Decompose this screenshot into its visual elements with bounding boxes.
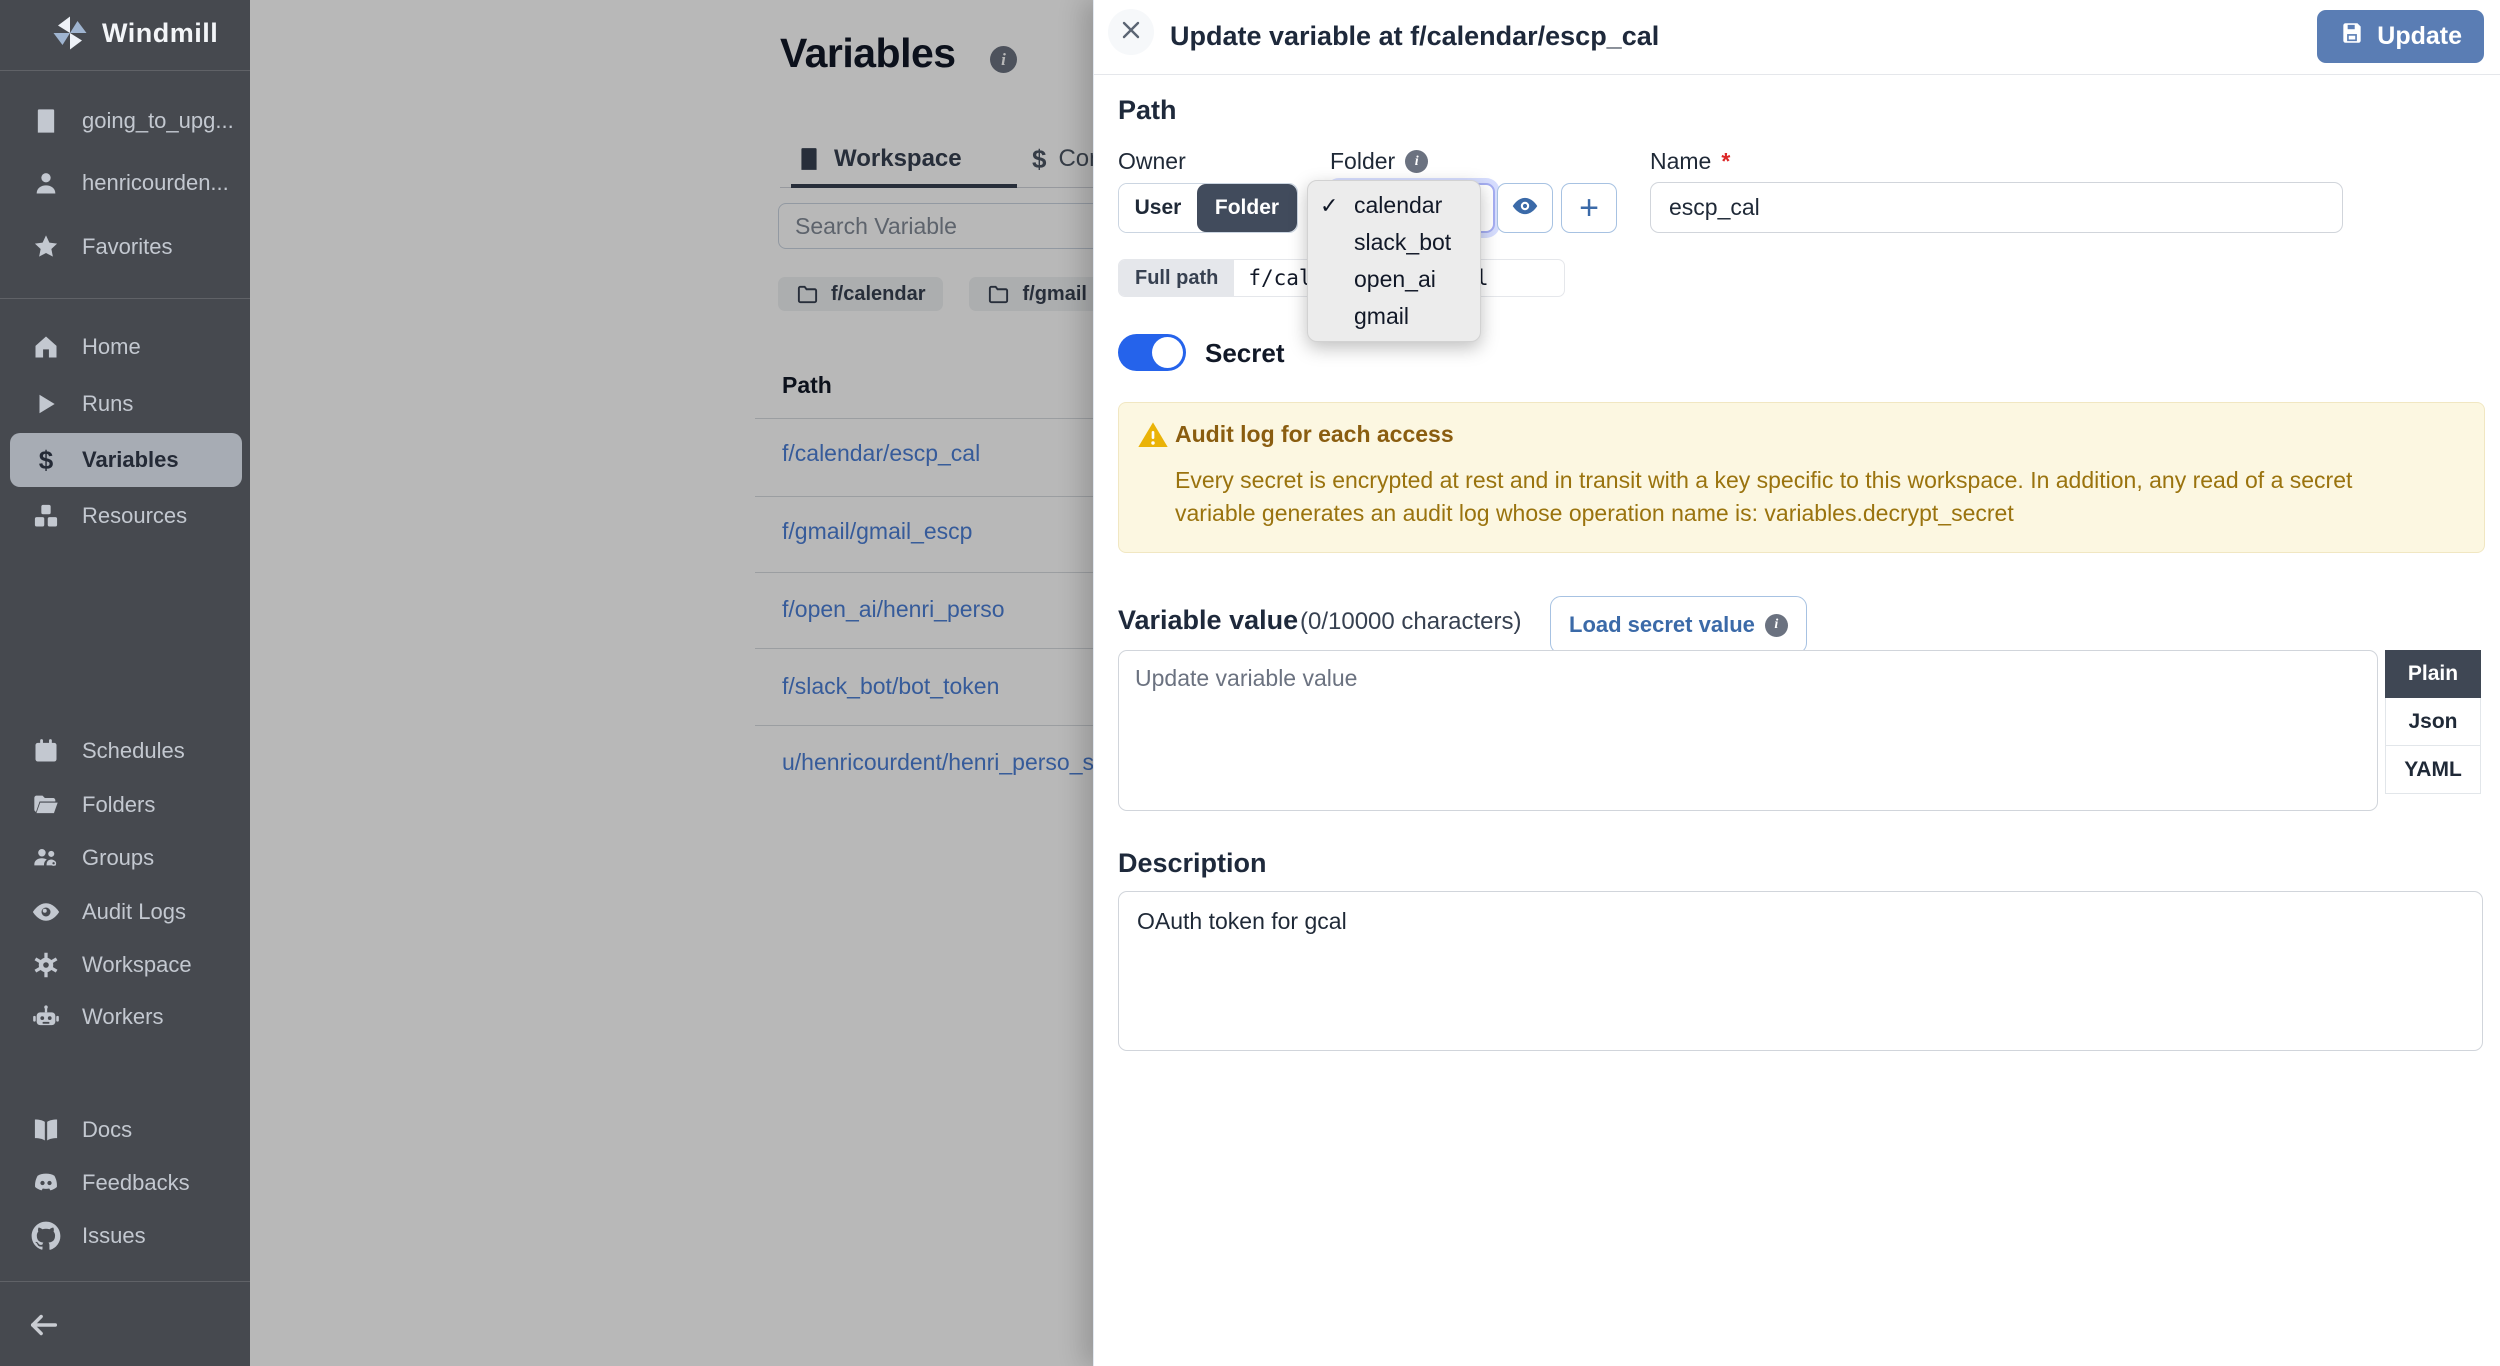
- warning-text-line1: Every secret is encrypted at rest and in…: [1175, 467, 2352, 494]
- load-secret-value-button[interactable]: Load secret value i: [1550, 596, 1807, 654]
- dropdown-option-open-ai[interactable]: open_ai: [1308, 261, 1480, 298]
- home-icon: [30, 331, 62, 363]
- add-folder-button[interactable]: +: [1561, 183, 1617, 233]
- dollar-icon: $: [30, 444, 62, 476]
- update-variable-drawer: Update variable at f/calendar/escp_cal U…: [1093, 0, 2500, 1366]
- variable-value-heading: Variable value: [1118, 605, 1298, 636]
- name-input[interactable]: [1650, 182, 2343, 233]
- star-icon: [30, 231, 62, 263]
- app-name: Windmill: [102, 18, 218, 49]
- drawer-title: Update variable at f/calendar/escp_cal: [1170, 21, 1659, 52]
- format-tab-yaml[interactable]: YAML: [2385, 746, 2481, 794]
- toggle-knob: [1152, 337, 1183, 368]
- sidebar-item-runs[interactable]: Runs: [10, 377, 242, 431]
- dropdown-option-slack-bot[interactable]: slack_bot: [1308, 224, 1480, 261]
- sidebar-item-groups[interactable]: Groups: [10, 831, 242, 885]
- folder-dropdown: ✓ calendar slack_bot open_ai gmail: [1307, 180, 1481, 342]
- book-icon: [30, 1114, 62, 1146]
- collapse-sidebar-button[interactable]: [14, 1300, 74, 1354]
- save-icon: [2339, 20, 2365, 53]
- dropdown-option-calendar[interactable]: ✓ calendar: [1308, 187, 1480, 224]
- sidebar-item-audit-logs[interactable]: Audit Logs: [10, 885, 242, 939]
- sidebar-item-user[interactable]: henricourden...: [10, 156, 242, 210]
- folder-info-icon[interactable]: i: [1405, 150, 1428, 173]
- user-icon: [30, 167, 62, 199]
- name-label: Name *: [1650, 148, 1730, 175]
- folder-label: Folder i: [1330, 148, 1428, 175]
- username: henricourden...: [82, 170, 229, 196]
- secret-label: Secret: [1205, 338, 1285, 369]
- format-tab-plain[interactable]: Plain: [2385, 650, 2481, 698]
- sidebar-item-docs[interactable]: Docs: [10, 1103, 242, 1157]
- sidebar-item-workers[interactable]: Workers: [10, 990, 242, 1044]
- secret-toggle[interactable]: [1118, 334, 1186, 371]
- close-button[interactable]: [1108, 9, 1154, 55]
- workspace-name: going_to_upg...: [82, 108, 234, 134]
- view-folder-button[interactable]: [1497, 183, 1553, 233]
- warning-text-line2: variable generates an audit log whose op…: [1175, 500, 2014, 527]
- sidebar-item-schedules[interactable]: Schedules: [10, 724, 242, 778]
- eye-icon: [30, 896, 62, 928]
- owner-kind-user[interactable]: User: [1119, 184, 1197, 232]
- arrow-left-icon: [27, 1308, 61, 1347]
- robot-icon: [30, 1001, 62, 1033]
- format-tab-json[interactable]: Json: [2385, 698, 2481, 746]
- check-icon: ✓: [1320, 193, 1338, 219]
- gear-icon: [30, 949, 62, 981]
- sidebar-item-variables[interactable]: $ Variables: [10, 433, 242, 487]
- sidebar-item-favorites[interactable]: Favorites: [10, 220, 242, 274]
- sidebar-item-resources[interactable]: Resources: [10, 489, 242, 543]
- sidebar-item-feedbacks[interactable]: Feedbacks: [10, 1156, 242, 1210]
- sidebar-item-home[interactable]: Home: [10, 320, 242, 374]
- github-icon: [30, 1220, 62, 1252]
- sidebar-item-workspace-switcher[interactable]: going_to_upg...: [10, 94, 242, 148]
- sidebar: Windmill going_to_upg... henricourden...…: [0, 0, 250, 1366]
- users-gear-icon: [30, 842, 62, 874]
- plus-icon: +: [1579, 191, 1599, 225]
- format-tabs: Plain Json YAML: [2385, 650, 2481, 794]
- owner-kind-toggle: User Folder: [1118, 183, 1298, 233]
- play-icon: [30, 388, 62, 420]
- sidebar-item-folders[interactable]: Folders: [10, 778, 242, 832]
- cubes-icon: [30, 500, 62, 532]
- warning-icon: [1137, 419, 1169, 456]
- description-textarea[interactable]: OAuth token for gcal: [1118, 891, 2483, 1051]
- windmill-pinwheel-icon: [52, 15, 88, 51]
- owner-kind-folder[interactable]: Folder: [1197, 184, 1297, 232]
- screen: Variables i Workspace $ Contextual i f/c…: [0, 0, 2500, 1366]
- building-icon: [30, 105, 62, 137]
- required-asterisk: *: [1721, 148, 1730, 175]
- dropdown-option-gmail[interactable]: gmail: [1308, 298, 1480, 335]
- character-counter: (0/10000 characters): [1300, 608, 1521, 636]
- load-secret-info-icon: i: [1765, 614, 1788, 637]
- folder-open-icon: [30, 789, 62, 821]
- calendar-icon: [30, 735, 62, 767]
- full-path-label: Full path: [1119, 260, 1234, 296]
- close-icon: [1119, 18, 1143, 47]
- discord-icon: [30, 1167, 62, 1199]
- path-section-heading: Path: [1118, 95, 1177, 126]
- drawer-header: Update variable at f/calendar/escp_cal U…: [1094, 0, 2500, 75]
- sidebar-item-issues[interactable]: Issues: [10, 1209, 242, 1263]
- secret-warning-box: Audit log for each access Every secret i…: [1118, 402, 2485, 553]
- variable-value-textarea[interactable]: [1118, 650, 2378, 811]
- sidebar-item-workspace-settings[interactable]: Workspace: [10, 938, 242, 992]
- owner-label: Owner: [1118, 148, 1186, 175]
- update-button[interactable]: Update: [2317, 10, 2484, 63]
- description-heading: Description: [1118, 848, 1267, 879]
- eye-icon: [1511, 192, 1539, 225]
- warning-title: Audit log for each access: [1175, 421, 1454, 448]
- windmill-logo[interactable]: Windmill: [0, 6, 250, 60]
